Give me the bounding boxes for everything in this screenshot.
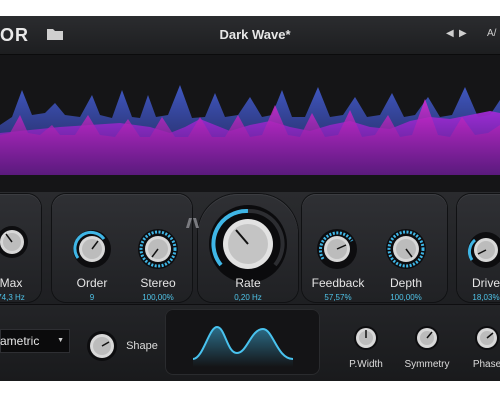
depth-knob[interactable] [384,227,428,271]
drive-knob[interactable] [466,230,500,270]
depth-label: Depth [389,276,423,290]
chevron-down-icon: ▼ [57,337,64,344]
pwidth-knob[interactable] [353,325,379,351]
phase-knob[interactable] [474,325,500,351]
lfo-shape-display [165,309,320,375]
depth-value: 100,00% [390,293,422,302]
top-bar: OR Dark Wave* ◀ ▶ A/ [0,16,500,55]
folder-icon[interactable] [47,28,63,40]
rate-knob[interactable] [207,203,289,285]
shape-dropdown-value: ametric [0,334,40,348]
stereo-value: 100,00% [142,293,174,302]
drive-label: Drive [471,276,500,290]
order-knob[interactable] [71,228,113,270]
brand-logo: OR [0,25,29,45]
plugin-window: OR Dark Wave* ◀ ▶ A/ Max 4,3 Hz Order 9 … [0,16,500,381]
rate-value: 0,20 Hz [234,293,262,302]
preset-name[interactable]: Dark Wave* [150,27,360,42]
feedback-knob[interactable] [315,227,359,271]
previous-preset-button[interactable]: ◀ [446,28,454,39]
waveform-display [0,55,500,193]
symmetry-knob[interactable] [414,325,440,351]
max-knob[interactable] [0,224,30,260]
stereo-label: Stereo [140,276,176,290]
stereo-knob[interactable] [136,227,180,271]
lfo-sync-icon[interactable] [186,216,200,230]
pwidth-label: P.Width [349,359,383,370]
ab-compare-button[interactable]: A/ [487,28,496,39]
drive-value: 18,03% [472,293,500,302]
rate-label: Rate [235,276,261,290]
lfo-section: ametric ▼ Shape P.Width Symmetry Phase [0,304,500,381]
controls-panel: Max 74,3 Hz Order 9 Stereo 100,00% [0,192,500,304]
phase-label: Phase [472,359,500,370]
shape-dropdown[interactable]: ametric ▼ [0,329,70,353]
next-preset-button[interactable]: ▶ [459,28,467,39]
